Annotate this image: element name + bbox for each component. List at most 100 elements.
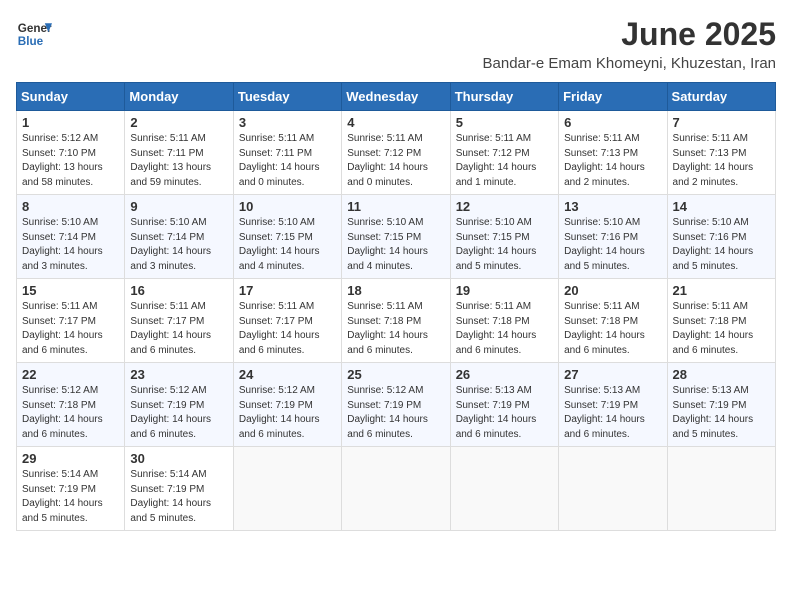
weekday-header-wednesday: Wednesday [342,83,450,111]
calendar-cell: 19 Sunrise: 5:11 AMSunset: 7:18 PMDayligh… [450,279,558,363]
day-info: Sunrise: 5:11 AMSunset: 7:12 PMDaylight:… [456,132,553,190]
svg-text:Blue: Blue [18,35,44,48]
calendar-cell: 27 Sunrise: 5:13 AMSunset: 7:19 PMDayligh… [559,363,667,447]
day-number: 15 [22,283,119,298]
calendar-cell: 9 Sunrise: 5:10 AMSunset: 7:14 PMDaylight… [125,195,233,279]
day-info: Sunrise: 5:10 AMSunset: 7:15 PMDaylight:… [347,216,444,274]
day-number: 6 [564,115,661,130]
calendar-week-2: 8 Sunrise: 5:10 AMSunset: 7:14 PMDaylight… [17,195,776,279]
day-info: Sunrise: 5:11 AMSunset: 7:18 PMDaylight:… [456,300,553,358]
calendar-cell: 13Sunrise: 5:10 AMSunset: 7:16 PMDayligh… [559,195,667,279]
month-title: June 2025 [483,16,776,53]
calendar-week-5: 29 Sunrise: 5:14 AMSunset: 7:19 PMDayligh… [17,447,776,531]
day-number: 20 [564,283,661,298]
calendar-cell: 23 Sunrise: 5:12 AMSunset: 7:19 PMDayligh… [125,363,233,447]
day-number: 10 [239,199,336,214]
day-info: Sunrise: 5:11 AMSunset: 7:13 PMDaylight:… [564,132,661,190]
calendar-cell: 3 Sunrise: 5:11 AMSunset: 7:11 PMDaylight… [233,111,341,195]
day-number: 25 [347,367,444,382]
calendar-cell: 4Sunrise: 5:11 AMSunset: 7:12 PMDaylight… [342,111,450,195]
calendar-cell [667,447,775,531]
day-info: Sunrise: 5:14 AMSunset: 7:19 PMDaylight:… [130,468,227,526]
calendar-cell: 11 Sunrise: 5:10 AMSunset: 7:15 PMDayligh… [342,195,450,279]
day-info: Sunrise: 5:10 AMSunset: 7:15 PMDaylight:… [239,216,336,274]
weekday-header-thursday: Thursday [450,83,558,111]
day-number: 30 [130,451,227,466]
logo-icon: General Blue [16,16,52,52]
day-number: 18 [347,283,444,298]
calendar-header-row: SundayMondayTuesdayWednesdayThursdayFrid… [17,83,776,111]
day-info: Sunrise: 5:12 AMSunset: 7:19 PMDaylight:… [130,384,227,442]
day-number: 8 [22,199,119,214]
calendar-cell: 6 Sunrise: 5:11 AMSunset: 7:13 PMDaylight… [559,111,667,195]
day-info: Sunrise: 5:13 AMSunset: 7:19 PMDaylight:… [564,384,661,442]
day-info: Sunrise: 5:10 AMSunset: 7:14 PMDaylight:… [130,216,227,274]
calendar-cell: 20 Sunrise: 5:11 AMSunset: 7:18 PMDayligh… [559,279,667,363]
calendar-cell [450,447,558,531]
calendar-cell: 18Sunrise: 5:11 AMSunset: 7:18 PMDayligh… [342,279,450,363]
day-number: 26 [456,367,553,382]
calendar-cell [233,447,341,531]
calendar-cell: 8 Sunrise: 5:10 AMSunset: 7:14 PMDaylight… [17,195,125,279]
day-info: Sunrise: 5:14 AMSunset: 7:19 PMDaylight:… [22,468,119,526]
calendar-cell [559,447,667,531]
day-number: 9 [130,199,227,214]
day-number: 21 [673,283,770,298]
calendar-cell: 16 Sunrise: 5:11 AMSunset: 7:17 PMDayligh… [125,279,233,363]
logo: General Blue [16,16,52,52]
weekday-header-saturday: Saturday [667,83,775,111]
calendar-cell: 30 Sunrise: 5:14 AMSunset: 7:19 PMDayligh… [125,447,233,531]
calendar-cell: 29 Sunrise: 5:14 AMSunset: 7:19 PMDayligh… [17,447,125,531]
calendar-cell: 15 Sunrise: 5:11 AMSunset: 7:17 PMDayligh… [17,279,125,363]
day-info: Sunrise: 5:11 AMSunset: 7:11 PMDaylight:… [239,132,336,190]
day-number: 12 [456,199,553,214]
calendar-cell: 14 Sunrise: 5:10 AMSunset: 7:16 PMDayligh… [667,195,775,279]
day-info: Sunrise: 5:12 AMSunset: 7:19 PMDaylight:… [347,384,444,442]
day-number: 7 [673,115,770,130]
calendar-cell [342,447,450,531]
day-info: Sunrise: 5:12 AMSunset: 7:19 PMDaylight:… [239,384,336,442]
day-info: Sunrise: 5:10 AMSunset: 7:16 PMDaylight:… [673,216,770,274]
calendar-cell: 28 Sunrise: 5:13 AMSunset: 7:19 PMDayligh… [667,363,775,447]
day-number: 19 [456,283,553,298]
day-info: Sunrise: 5:10 AMSunset: 7:14 PMDaylight:… [22,216,119,274]
day-number: 24 [239,367,336,382]
day-number: 29 [22,451,119,466]
calendar-cell: 12 Sunrise: 5:10 AMSunset: 7:15 PMDayligh… [450,195,558,279]
calendar-table: SundayMondayTuesdayWednesdayThursdayFrid… [16,82,776,531]
day-number: 28 [673,367,770,382]
calendar-week-4: 22 Sunrise: 5:12 AMSunset: 7:18 PMDayligh… [17,363,776,447]
day-info: Sunrise: 5:11 AMSunset: 7:12 PMDaylight:… [347,132,444,190]
day-info: Sunrise: 5:11 AMSunset: 7:17 PMDaylight:… [130,300,227,358]
page-header: General Blue June 2025 Bandar-e Emam Kho… [16,16,776,72]
day-info: Sunrise: 5:10 AMSunset: 7:15 PMDaylight:… [456,216,553,274]
calendar-cell: 26 Sunrise: 5:13 AMSunset: 7:19 PMDayligh… [450,363,558,447]
weekday-header-monday: Monday [125,83,233,111]
weekday-header-sunday: Sunday [17,83,125,111]
day-number: 23 [130,367,227,382]
day-number: 11 [347,199,444,214]
calendar-cell: 25 Sunrise: 5:12 AMSunset: 7:19 PMDayligh… [342,363,450,447]
day-info: Sunrise: 5:12 AMSunset: 7:18 PMDaylight:… [22,384,119,442]
day-info: Sunrise: 5:11 AMSunset: 7:17 PMDaylight:… [22,300,119,358]
day-number: 27 [564,367,661,382]
title-area: June 2025 Bandar-e Emam Khomeyni, Khuzes… [483,16,776,72]
calendar-cell: 7Sunrise: 5:11 AMSunset: 7:13 PMDaylight… [667,111,775,195]
calendar-cell: 1Sunrise: 5:12 AMSunset: 7:10 PMDaylight… [17,111,125,195]
calendar-cell: 2Sunrise: 5:11 AMSunset: 7:11 PMDaylight… [125,111,233,195]
day-number: 2 [130,115,227,130]
day-number: 16 [130,283,227,298]
day-number: 3 [239,115,336,130]
location-title: Bandar-e Emam Khomeyni, Khuzestan, Iran [483,55,776,72]
day-number: 22 [22,367,119,382]
day-number: 14 [673,199,770,214]
calendar-cell: 17Sunrise: 5:11 AMSunset: 7:17 PMDayligh… [233,279,341,363]
calendar-cell: 24 Sunrise: 5:12 AMSunset: 7:19 PMDayligh… [233,363,341,447]
day-info: Sunrise: 5:13 AMSunset: 7:19 PMDaylight:… [673,384,770,442]
weekday-header-tuesday: Tuesday [233,83,341,111]
calendar-cell: 5 Sunrise: 5:11 AMSunset: 7:12 PMDaylight… [450,111,558,195]
day-info: Sunrise: 5:13 AMSunset: 7:19 PMDaylight:… [456,384,553,442]
day-number: 5 [456,115,553,130]
day-info: Sunrise: 5:11 AMSunset: 7:18 PMDaylight:… [673,300,770,358]
day-info: Sunrise: 5:11 AMSunset: 7:18 PMDaylight:… [564,300,661,358]
